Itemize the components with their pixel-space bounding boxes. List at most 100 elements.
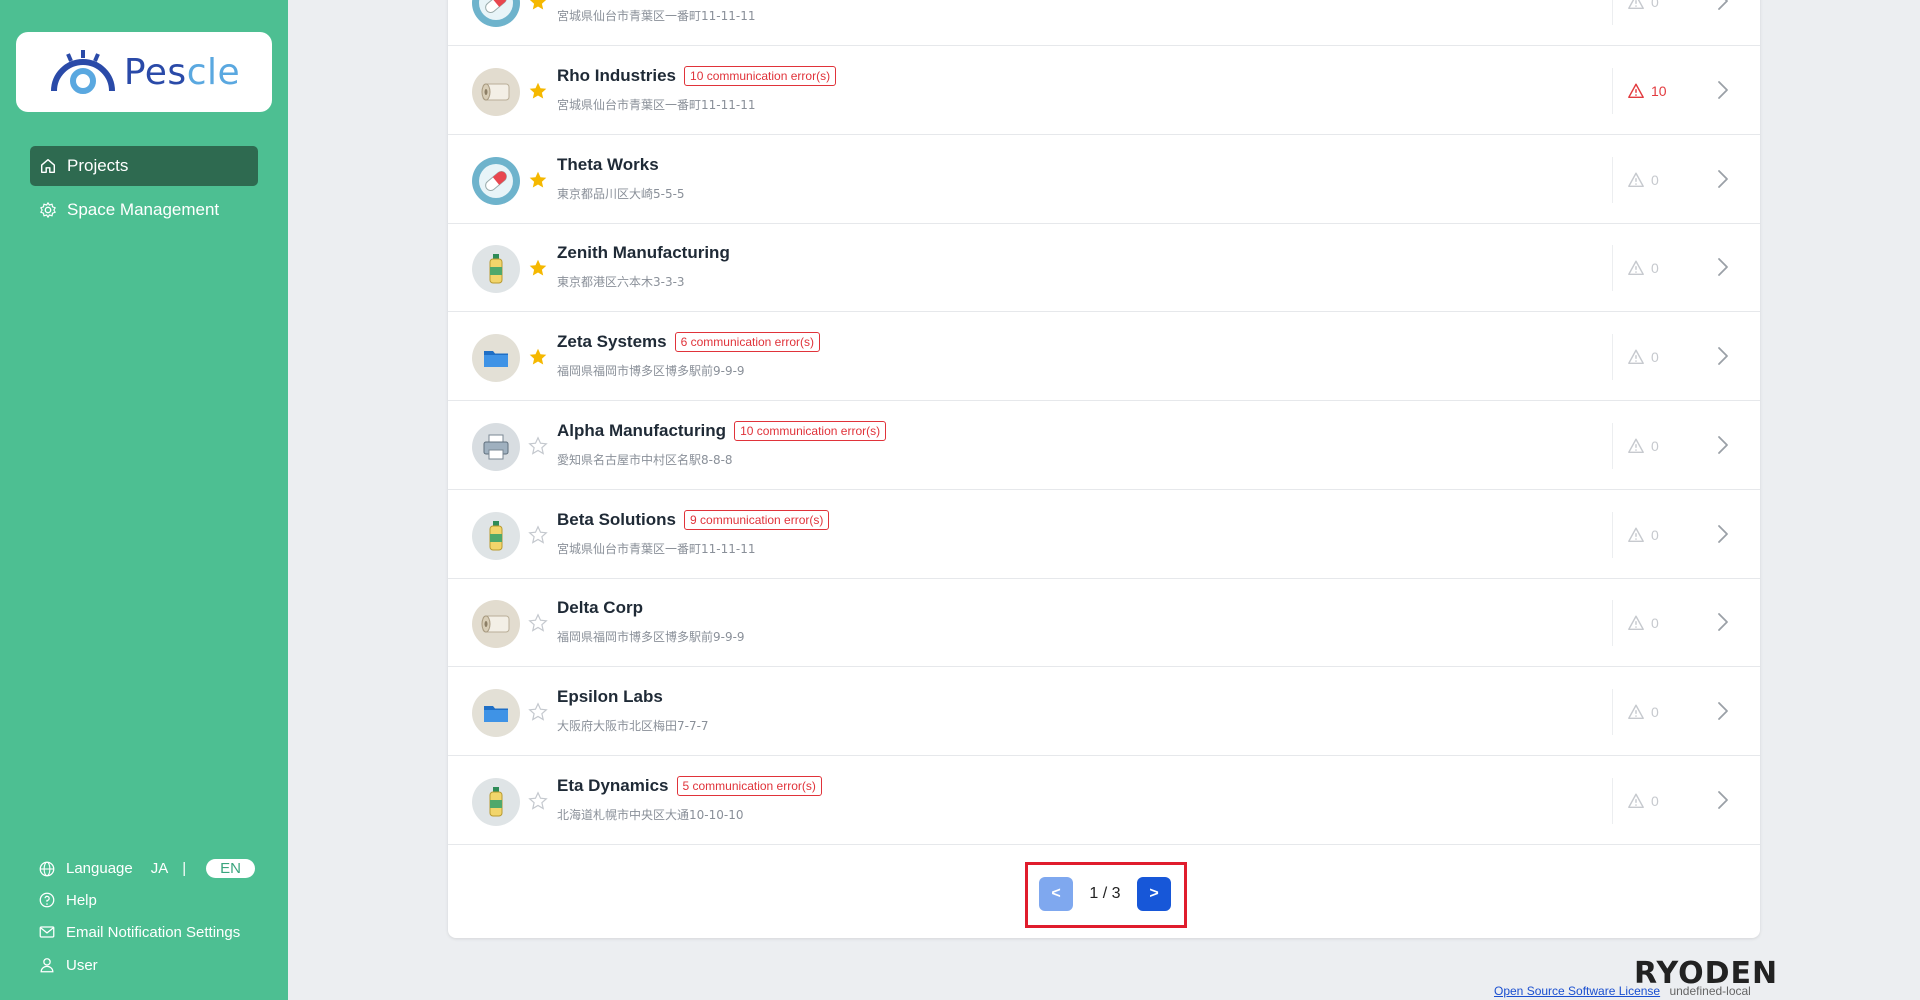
project-name-text: Zeta Systems (557, 332, 667, 351)
project-row[interactable]: Delta Corp 福岡県福岡市博多区博多駅前9-9-9 0 (448, 578, 1760, 667)
communication-error-badge: 6 communication error(s) (674, 332, 820, 352)
star-outline-icon[interactable] (528, 702, 548, 722)
project-name-text: Eta Dynamics (557, 776, 669, 795)
user-icon (40, 958, 54, 973)
language-label: Language (66, 860, 133, 877)
star-filled-icon[interactable] (528, 258, 548, 278)
nav-space-management[interactable]: Space Management (30, 190, 258, 230)
alert-count-value: 0 (1651, 527, 1659, 543)
project-name-text: Beta Solutions (557, 510, 677, 529)
chevron-right-icon[interactable] (1716, 345, 1730, 367)
user-link[interactable]: User (38, 956, 98, 974)
project-name-text: Rho Industries (557, 66, 677, 85)
project-address: 宮城県仙台市青葉区一番町11-11-11 (557, 9, 756, 23)
email-notification-link[interactable]: Email Notification Settings (38, 923, 240, 941)
home-icon (40, 158, 56, 174)
warning-icon (1627, 82, 1645, 100)
chevron-right-icon[interactable] (1716, 700, 1730, 722)
warning-icon (1627, 171, 1645, 189)
chevron-right-icon[interactable] (1716, 0, 1730, 12)
roll-icon (472, 68, 520, 116)
prev-page-button[interactable]: < (1039, 877, 1073, 911)
user-label: User (66, 956, 98, 974)
environment-label: undefined-local (1669, 984, 1751, 998)
language-ja[interactable]: JA (151, 860, 169, 877)
project-row[interactable]: Beta Solutions 9 communication error(s) 宮城… (448, 490, 1760, 579)
chevron-right-icon[interactable] (1716, 434, 1730, 456)
alert-count: 0 (1612, 0, 1659, 25)
project-name: Zeta Systems 6 communication error(s) (557, 332, 820, 352)
star-outline-icon[interactable] (528, 436, 548, 456)
project-address: 福岡県福岡市博多区博多駅前9-9-9 (557, 630, 745, 644)
chevron-right-icon[interactable] (1716, 79, 1730, 101)
alert-count-value: 0 (1651, 349, 1659, 365)
chevron-right-icon[interactable] (1716, 256, 1730, 278)
nav-projects[interactable]: Projects (30, 146, 258, 186)
nav-projects-label: Projects (67, 156, 129, 175)
project-address: 愛知県名古屋市中村区名駅8-8-8 (557, 453, 733, 467)
chevron-right-icon[interactable] (1716, 168, 1730, 190)
chevron-right-icon[interactable] (1716, 789, 1730, 811)
warning-icon (1627, 792, 1645, 810)
project-name: Eta Dynamics 5 communication error(s) (557, 776, 822, 796)
communication-error-badge: 9 communication error(s) (684, 510, 830, 530)
project-address: 福岡県福岡市博多区博多駅前9-9-9 (557, 364, 745, 378)
communication-error-badge: 10 communication error(s) (684, 66, 837, 86)
star-filled-icon[interactable] (528, 0, 548, 12)
alert-count: 0 (1612, 600, 1659, 646)
project-address: 大阪府大阪市北区梅田7-7-7 (557, 719, 709, 733)
bottle-icon (472, 778, 520, 826)
footer-links: Open Source Software License undefined-l… (1494, 984, 1751, 998)
project-name-text: Epsilon Labs (557, 687, 663, 706)
pagination: < 1 / 3 > (1039, 877, 1171, 911)
project-row[interactable]: Rho Industries 10 communication error(s) 宮… (448, 46, 1760, 135)
alert-count-value: 0 (1651, 260, 1659, 276)
star-outline-icon[interactable] (528, 791, 548, 811)
star-filled-icon[interactable] (528, 170, 548, 190)
project-name-text: Delta Corp (557, 598, 643, 617)
gear-icon (40, 202, 56, 218)
star-filled-icon[interactable] (528, 81, 548, 101)
alert-count-value: 0 (1651, 615, 1659, 631)
project-row[interactable]: Phoenix Industries8 communication error(… (448, 0, 1760, 46)
star-filled-icon[interactable] (528, 347, 548, 367)
logo-text: Pescle (123, 51, 241, 93)
alert-count-value: 10 (1651, 83, 1667, 99)
pill-icon (472, 157, 520, 205)
nav-space-management-label: Space Management (67, 200, 220, 219)
alert-count: 0 (1612, 778, 1659, 824)
help-link[interactable]: Help (38, 891, 97, 909)
star-outline-icon[interactable] (528, 613, 548, 633)
project-row[interactable]: Alpha Manufacturing 10 communication erro… (448, 401, 1760, 490)
project-address: 東京都港区六本木3-3-3 (557, 275, 685, 289)
project-name: Beta Solutions 9 communication error(s) (557, 510, 830, 530)
project-row[interactable]: Theta Works 東京都品川区大崎5-5-5 0 (448, 135, 1760, 224)
project-row[interactable]: Zenith Manufacturing 東京都港区六本木3-3-3 0 (448, 223, 1760, 312)
alert-count: 0 (1612, 689, 1659, 735)
project-name: Delta Corp (557, 598, 643, 618)
alert-count: 0 (1612, 512, 1659, 558)
alert-count: 10 (1612, 68, 1667, 114)
warning-icon (1627, 703, 1645, 721)
roll-icon (472, 600, 520, 648)
email-notification-label: Email Notification Settings (66, 923, 241, 941)
pescle-logo[interactable]: Pescle (16, 32, 272, 112)
project-address: 北海道札幌市中央区大通10-10-10 (557, 808, 744, 822)
project-address: 東京都品川区大崎5-5-5 (557, 187, 685, 201)
mail-icon (39, 926, 55, 938)
oss-license-link[interactable]: Open Source Software License (1494, 984, 1660, 998)
language-en[interactable]: EN (206, 859, 256, 878)
alert-count: 0 (1612, 157, 1659, 203)
alert-count: 0 (1612, 245, 1659, 291)
next-page-button[interactable]: > (1137, 877, 1171, 911)
alert-count: 0 (1612, 423, 1659, 469)
project-row[interactable]: Epsilon Labs 大阪府大阪市北区梅田7-7-7 0 (448, 667, 1760, 756)
chevron-right-icon[interactable] (1716, 611, 1730, 633)
project-row[interactable]: Eta Dynamics 5 communication error(s) 北海道札… (448, 756, 1760, 845)
chevron-right-icon[interactable] (1716, 523, 1730, 545)
project-name-text: Theta Works (557, 155, 659, 174)
star-outline-icon[interactable] (528, 525, 548, 545)
printer-icon (472, 423, 520, 471)
communication-error-badge: 5 communication error(s) (676, 776, 822, 796)
project-row[interactable]: Zeta Systems 6 communication error(s) 福岡県福… (448, 312, 1760, 401)
